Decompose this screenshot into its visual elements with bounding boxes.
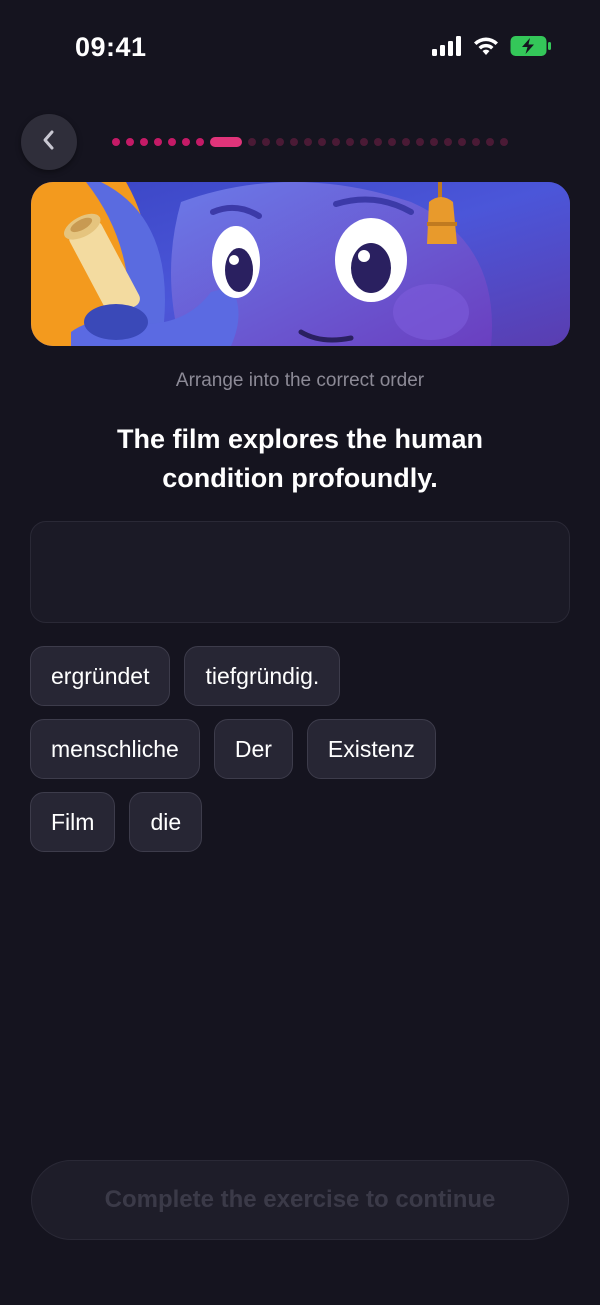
progress-step [182,138,190,146]
elephant-mascot-illustration [31,182,570,346]
progress-step-current [210,137,242,147]
progress-step [154,138,162,146]
progress-step [402,138,410,146]
continue-button[interactable]: Complete the exercise to continue [31,1160,569,1240]
progress-step [126,138,134,146]
progress-step [360,138,368,146]
progress-step [304,138,312,146]
word-bank-row: ergründet tiefgründig. [30,646,570,706]
progress-step [318,138,326,146]
lesson-banner-image [31,182,570,346]
progress-step [388,138,396,146]
exercise-instruction: Arrange into the correct order [175,370,425,391]
progress-step [444,138,452,146]
progress-step [486,138,494,146]
back-button[interactable] [21,114,77,170]
status-time: 09:41 [75,32,147,62]
word-chip[interactable]: die [129,792,203,852]
progress-step [290,138,298,146]
progress-step [248,138,256,146]
progress-step [430,138,438,146]
wifi-icon [472,36,500,61]
progress-step [140,138,148,146]
word-chip[interactable]: tiefgründig. [184,646,341,706]
answer-drop-zone[interactable] [30,521,570,623]
progress-step [374,138,382,146]
word-chip[interactable]: ergründet [30,646,171,706]
progress-step [500,138,508,146]
word-bank-row: menschliche Der Existenz [30,719,570,779]
progress-step [262,138,270,146]
progress-step [416,138,424,146]
word-chip[interactable]: Film [30,792,116,852]
word-chip[interactable]: menschliche [30,719,200,779]
status-bar: 09:41 [0,0,600,96]
word-bank: ergründet tiefgründig. menschliche Der Exist… [30,646,570,865]
progress-step [332,138,340,146]
sentence-prompt: The film explores the human condition pr… [116,424,484,493]
word-bank-row: Film die [30,792,570,852]
word-chip[interactable]: Der [213,719,293,779]
progress-step [196,138,204,146]
progress-step [472,138,480,146]
progress-step [168,138,176,146]
progress-step [276,138,284,146]
word-chip[interactable]: Existenz [306,719,436,779]
lesson-progress-bar [112,136,508,148]
progress-step [346,138,354,146]
progress-step [458,138,466,146]
battery-charging-icon [510,35,552,62]
progress-step [112,138,120,146]
signal-icon [432,35,462,61]
status-icons [432,35,552,62]
continue-button-label: Complete the exercise to continue [104,1186,496,1213]
chevron-left-icon [40,129,58,156]
